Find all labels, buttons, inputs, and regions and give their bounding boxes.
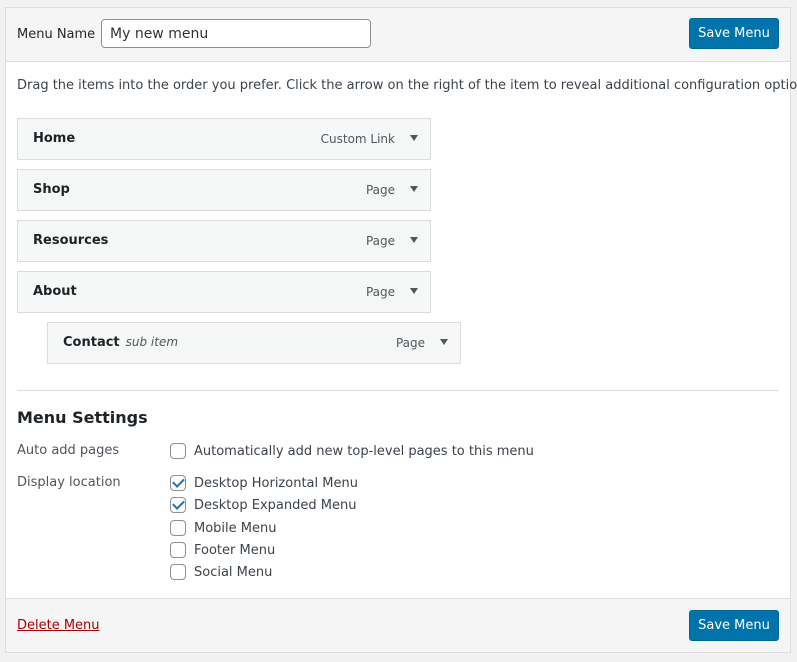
menu-name-input[interactable] (101, 19, 371, 48)
menu-item-subtitle: sub item (125, 335, 179, 349)
menu-item-title-text: Contact (63, 335, 120, 350)
menu-settings-title: Menu Settings (17, 408, 148, 427)
menu-editor-panel: Menu Name Save Menu Drag the items into … (5, 7, 797, 653)
arrow-down-icon[interactable] (440, 339, 448, 345)
menu-item-title: About (33, 284, 77, 299)
arrow-down-icon[interactable] (410, 288, 418, 294)
menu-item-title: Contact sub item (63, 335, 178, 350)
menu-item-shop[interactable]: Shop Page (17, 169, 431, 211)
save-menu-button-bottom[interactable]: Save Menu (689, 610, 779, 641)
menu-header: Menu Name Save Menu (6, 8, 790, 62)
menu-item-title: Shop (33, 182, 70, 197)
menu-item-about[interactable]: About Page (17, 271, 431, 313)
location-option-label: Footer Menu (194, 542, 276, 558)
menu-item-type: Custom Link (320, 132, 395, 146)
location-option-label: Desktop Expanded Menu (194, 497, 357, 513)
location-footer[interactable]: Footer Menu (170, 541, 275, 559)
menu-item-home[interactable]: Home Custom Link (17, 118, 431, 160)
auto-add-pages-checkbox[interactable] (170, 443, 186, 459)
menu-item-resources[interactable]: Resources Page (17, 220, 431, 262)
menu-name-label: Menu Name (17, 27, 96, 42)
menu-footer: Delete Menu Save Menu (6, 598, 790, 652)
menu-item-title: Home (33, 131, 76, 146)
display-location-label: Display location (17, 475, 121, 490)
auto-add-pages-option[interactable]: Automatically add new top-level pages to… (170, 442, 534, 460)
auto-add-pages-option-label: Automatically add new top-level pages to… (194, 443, 534, 459)
desktop-horizontal-checkbox[interactable] (170, 475, 186, 491)
menu-item-type: Page (365, 285, 395, 299)
section-divider (17, 390, 779, 391)
location-option-label: Social Menu (194, 564, 273, 580)
save-menu-button-top[interactable]: Save Menu (689, 18, 779, 49)
location-social[interactable]: Social Menu (170, 563, 272, 581)
social-menu-checkbox[interactable] (170, 564, 186, 580)
mobile-menu-checkbox[interactable] (170, 520, 186, 536)
menu-item-title: Resources (33, 233, 109, 248)
location-option-label: Desktop Horizontal Menu (194, 475, 358, 491)
auto-add-pages-label: Auto add pages (17, 443, 120, 458)
menu-item-type: Page (395, 336, 425, 350)
arrow-down-icon[interactable] (410, 186, 418, 192)
arrow-down-icon[interactable] (410, 135, 418, 141)
location-desktop-expanded[interactable]: Desktop Expanded Menu (170, 496, 356, 514)
menu-item-type: Page (365, 234, 395, 248)
delete-menu-link[interactable]: Delete Menu (17, 618, 100, 633)
location-mobile[interactable]: Mobile Menu (170, 519, 276, 537)
location-desktop-horizontal[interactable]: Desktop Horizontal Menu (170, 474, 358, 492)
menu-item-contact[interactable]: Contact sub item Page (47, 322, 461, 364)
instructions-text: Drag the items into the order you prefer… (17, 78, 797, 93)
menu-item-type: Page (365, 183, 395, 197)
arrow-down-icon[interactable] (410, 237, 418, 243)
footer-menu-checkbox[interactable] (170, 542, 186, 558)
location-option-label: Mobile Menu (194, 520, 277, 536)
desktop-expanded-checkbox[interactable] (170, 497, 186, 513)
